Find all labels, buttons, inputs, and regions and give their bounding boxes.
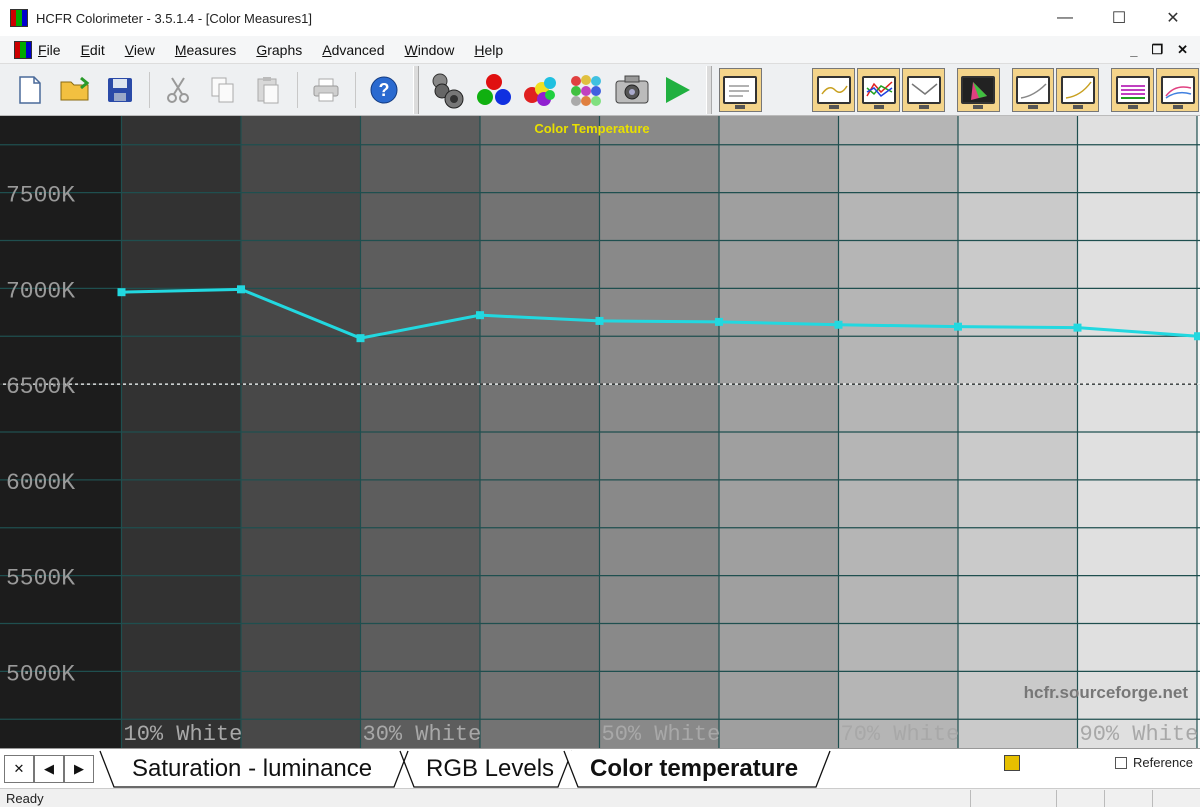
help-icon[interactable]: ?: [365, 70, 404, 110]
y-tick-label: 6000K: [6, 470, 75, 496]
menu-measures[interactable]: Measures: [175, 42, 236, 58]
window-controls: — ☐ ✕: [1038, 0, 1200, 36]
color-grid-icon[interactable]: [566, 70, 606, 110]
watermark-text: hcfr.sourceforge.net: [1024, 683, 1189, 702]
sensor-icon[interactable]: [428, 70, 468, 110]
tab-scroll-left-button[interactable]: ◀: [34, 755, 64, 783]
status-pane: [1152, 790, 1200, 807]
save-disk-icon[interactable]: [101, 70, 140, 110]
contrast-graph-icon[interactable]: [1056, 67, 1100, 112]
menu-help[interactable]: Help: [474, 42, 503, 58]
status-pane: [970, 790, 1056, 807]
near-black-graph-icon[interactable]: [1111, 67, 1155, 112]
maximize-button[interactable]: ☐: [1092, 0, 1146, 36]
rgb-levels-graph-icon[interactable]: [857, 67, 901, 112]
data-point: [1073, 323, 1082, 332]
y-tick-label: 5000K: [6, 661, 75, 687]
camera-icon[interactable]: [612, 70, 652, 110]
menu-bar: File Edit View Measures Graphs Advanced …: [0, 36, 1200, 64]
chart-svg: 7500K 7000K 6500K 6000K 5500K 5000K 10% White…: [0, 116, 1200, 748]
data-point: [954, 322, 962, 331]
toolbar-separator: [296, 71, 298, 108]
reference-checkbox[interactable]: [1115, 756, 1127, 769]
status-pane: [1104, 790, 1152, 807]
open-folder-icon[interactable]: [56, 70, 95, 110]
toolbar-separator: [148, 71, 150, 108]
data-point: [1194, 332, 1200, 341]
data-point: [476, 311, 484, 320]
mdi-restore-button[interactable]: ❐: [1151, 42, 1163, 58]
x-tick-label: 50% White: [602, 722, 721, 747]
menu-advanced[interactable]: Advanced: [322, 42, 384, 58]
y-tick-label: 7500K: [6, 183, 75, 209]
data-point: [595, 316, 604, 325]
window-title: HCFR Colorimeter - 3.5.1.4 - [Color Meas…: [36, 10, 312, 26]
chart-title: Color Temperature: [534, 121, 649, 136]
svg-text:?: ?: [379, 80, 390, 100]
reference-toggle[interactable]: Reference: [1115, 755, 1193, 770]
cie-chart-icon[interactable]: [956, 67, 1000, 112]
title-bar: HCFR Colorimeter - 3.5.1.4 - [Color Meas…: [0, 0, 1200, 36]
new-document-icon[interactable]: [11, 70, 50, 110]
copy-icon[interactable]: [204, 70, 243, 110]
menu-file[interactable]: File: [38, 42, 61, 58]
menu-graphs[interactable]: Graphs: [256, 42, 302, 58]
measures-view-icon[interactable]: [718, 67, 762, 112]
sensor-status-icon: [1004, 755, 1020, 771]
minimize-button[interactable]: —: [1038, 0, 1092, 36]
app-icon[interactable]: [10, 9, 28, 27]
tab-bar: ✕ ◀ ▶ Saturation - luminance RGB Levels …: [0, 748, 1200, 788]
x-tick-label: 30% White: [363, 722, 482, 747]
tab-scroll-right-button[interactable]: ▶: [64, 755, 94, 783]
mdi-close-button[interactable]: ✕: [1177, 42, 1188, 58]
y-tick-label: 5500K: [6, 566, 75, 592]
tab-saturation-luminance[interactable]: Saturation - luminance: [102, 749, 372, 789]
tab-close-button[interactable]: ✕: [4, 755, 34, 783]
paste-icon[interactable]: [249, 70, 288, 110]
play-icon[interactable]: [658, 70, 697, 110]
data-point: [237, 285, 245, 294]
luminance-graph-icon[interactable]: [812, 67, 856, 112]
color-temp-graph-icon[interactable]: [902, 67, 946, 112]
menu-edit[interactable]: Edit: [81, 42, 105, 58]
data-point: [356, 334, 365, 343]
data-point: [117, 288, 126, 297]
toolbar-separator: [354, 71, 356, 108]
x-tick-label: 70% White: [841, 722, 960, 747]
status-text: Ready: [6, 790, 44, 806]
menu-window[interactable]: Window: [405, 42, 455, 58]
toolbar-group-separator: [705, 65, 712, 114]
tab-rgb-levels[interactable]: RGB Levels: [396, 749, 554, 789]
color-spheres-icon[interactable]: [520, 70, 560, 110]
status-bar: Ready: [0, 788, 1200, 807]
status-pane: [1056, 790, 1104, 807]
mdi-minimize-button[interactable]: _: [1130, 43, 1137, 58]
y-tick-label: 6500K: [6, 374, 75, 400]
mdi-controls: _ ❐ ✕: [1130, 36, 1188, 64]
toolbar: ?: [0, 64, 1200, 116]
menu-view[interactable]: View: [125, 42, 155, 58]
data-point: [715, 317, 723, 326]
close-button[interactable]: ✕: [1146, 0, 1200, 36]
status-panes: [970, 790, 1200, 807]
document-icon[interactable]: [14, 40, 32, 59]
print-icon[interactable]: [307, 70, 346, 110]
tab-color-temperature[interactable]: Color temperature: [560, 749, 798, 789]
rgb-balls-icon[interactable]: [474, 70, 514, 110]
toolbar-group-separator: [412, 65, 419, 114]
color-temperature-graph[interactable]: 7500K 7000K 6500K 6000K 5500K 5000K 10% White…: [0, 116, 1200, 748]
data-point: [834, 320, 843, 329]
reference-label: Reference: [1133, 755, 1193, 770]
y-tick-label: 7000K: [6, 278, 75, 304]
x-tick-label: 90% White: [1080, 722, 1199, 747]
cut-scissors-icon[interactable]: [159, 70, 198, 110]
gamma-graph-icon[interactable]: [1011, 67, 1055, 112]
x-tick-label: 10% White: [124, 722, 243, 747]
saturation-graph-icon[interactable]: [1156, 67, 1199, 112]
